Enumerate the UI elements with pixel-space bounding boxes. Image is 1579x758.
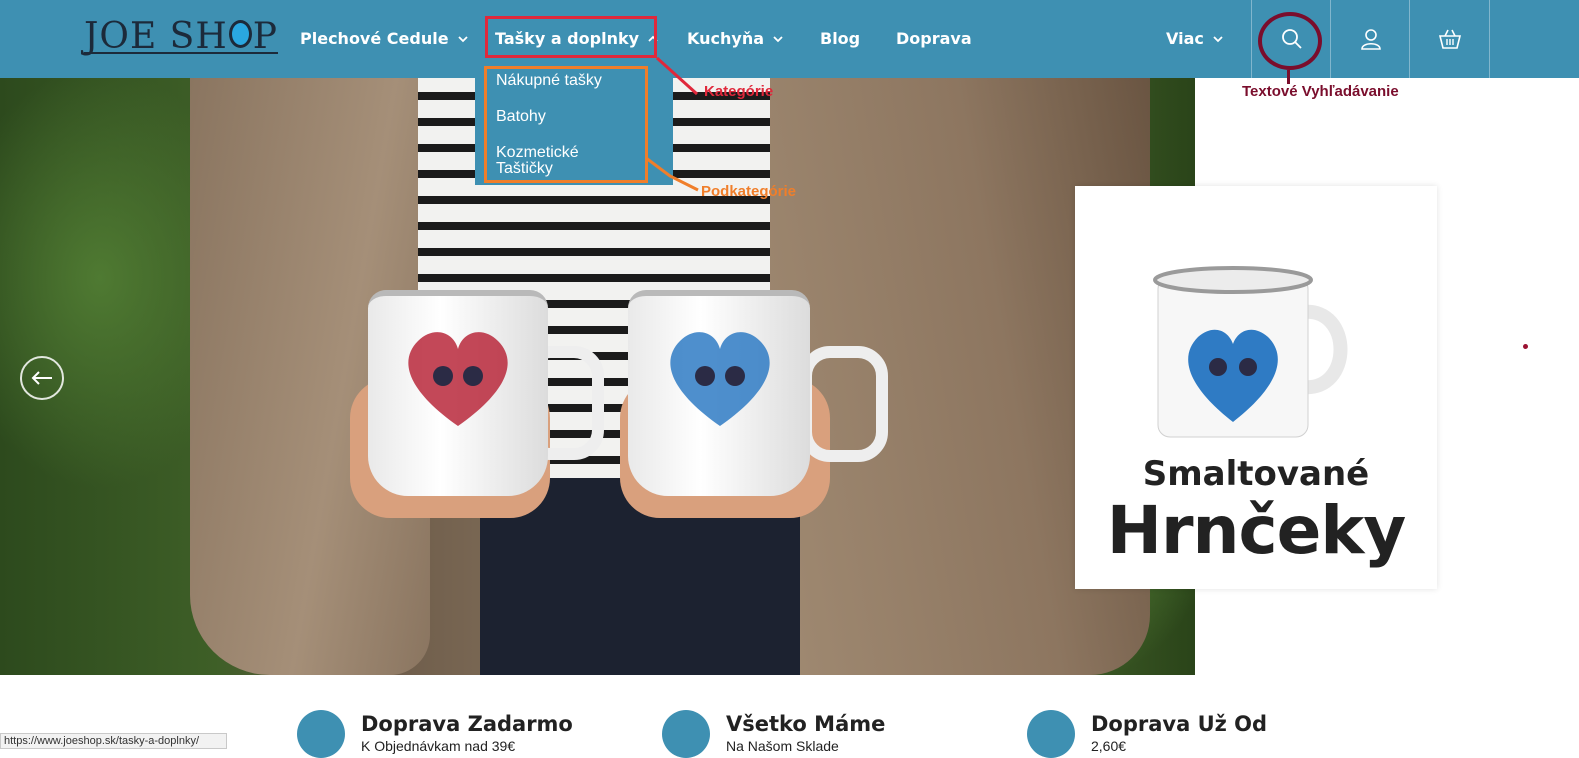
nav-label: Blog	[820, 29, 861, 48]
enamel-mug-image	[1153, 266, 1348, 438]
dropdown-item-nakupne-tasky[interactable]: Nákupné tašky	[496, 73, 626, 89]
promo-title-line2: Hrnčeky	[1106, 492, 1407, 569]
feature-title: Doprava Zadarmo	[361, 712, 573, 736]
category-highlight-box	[485, 16, 657, 58]
nav-label: Kuchyňa	[687, 29, 764, 48]
feature-subtitle: 2,60€	[1091, 738, 1127, 754]
cart-button[interactable]	[1409, 0, 1490, 78]
feature-subtitle: K Objednávkam nad 39€	[361, 738, 516, 754]
annotation-podkategorie: Podkategórie	[701, 183, 797, 200]
dropdown-item-kozmeticke-tasticky[interactable]: Kozmetické Taštičky	[496, 145, 626, 177]
decorative-dot	[1523, 344, 1528, 349]
browser-status-url: https://www.joeshop.sk/tasky-a-doplnky/	[0, 733, 227, 749]
user-icon	[1360, 29, 1381, 50]
promo-card[interactable]: Smaltované Hrnčeky	[1075, 186, 1437, 589]
nav-kuchyna[interactable]: Kuchyňa	[687, 26, 784, 52]
search-highlight-ring	[1258, 12, 1322, 70]
annotation-kategorie: Kategórie	[704, 83, 774, 100]
logo-underline	[84, 52, 278, 54]
logo-text-left: JOE SH	[84, 15, 228, 57]
arrow-left-icon	[31, 371, 52, 385]
feature-subtitle: Na Našom Sklade	[726, 738, 839, 754]
bird-logo-icon	[228, 20, 252, 48]
red-heart-pattern-icon	[408, 332, 508, 426]
nav-viac[interactable]: Viac	[1166, 26, 1224, 52]
feature-title: Všetko Máme	[726, 712, 886, 736]
nav-plechove-cedule[interactable]: Plechové Cedule	[300, 26, 469, 52]
carousel-prev-button[interactable]	[20, 356, 64, 400]
logo-text-right: P	[252, 15, 278, 57]
chevron-down-icon	[773, 36, 783, 43]
euro-hand-icon	[1027, 710, 1075, 758]
nav-doprava[interactable]: Doprava	[896, 26, 972, 52]
promo-title-line1: Smaltované	[1142, 454, 1370, 494]
account-button[interactable]	[1330, 0, 1410, 78]
basket-icon	[1438, 29, 1461, 49]
feature-title: Doprava Už Od	[1091, 712, 1268, 736]
nav-label: Viac	[1166, 29, 1204, 48]
dropdown-item-batohy[interactable]: Batohy	[496, 109, 626, 125]
search-annotation-stem	[1287, 70, 1290, 84]
site-header: JOE SH P Plechové Cedule Tašky a doplnky…	[0, 0, 1579, 78]
chevron-down-icon	[1213, 36, 1223, 43]
gift-box-icon	[297, 710, 345, 758]
annotation-search: Textové Vyhľadávanie	[1242, 83, 1399, 100]
category-annotation-line	[655, 56, 699, 96]
chevron-down-icon	[457, 36, 468, 43]
nav-label: Plechové Cedule	[300, 29, 449, 48]
nav-label: Doprava	[896, 29, 972, 48]
nav-blog[interactable]: Blog	[820, 26, 860, 52]
blue-heart-pattern-icon	[670, 332, 770, 426]
mug-handle	[800, 346, 888, 462]
package-icon	[662, 710, 710, 758]
